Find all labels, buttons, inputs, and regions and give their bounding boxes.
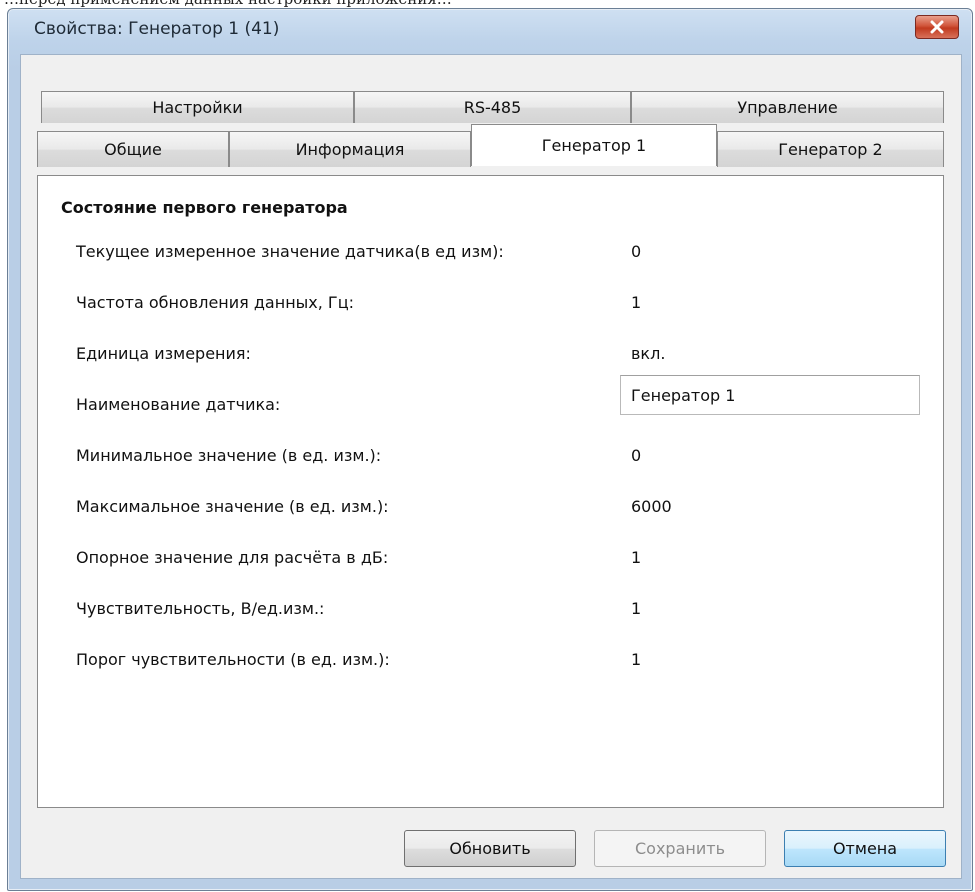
save-button[interactable]: Сохранить (594, 830, 766, 867)
tab-label: Общие (104, 140, 162, 159)
row-label-threshold: Порог чувствительности (в ед. изм.): (76, 650, 390, 669)
tab-rs485[interactable]: RS-485 (354, 91, 631, 123)
refresh-button[interactable]: Обновить (404, 830, 576, 867)
window-title: Свойства: Генератор 1 (41) (34, 19, 280, 39)
tab-generator-1[interactable]: Генератор 1 (471, 124, 717, 166)
close-button[interactable] (915, 15, 959, 39)
section-title: Состояние первого генератора (61, 198, 348, 217)
row-value-min-value: 0 (631, 446, 642, 465)
generator-1-panel: Состояние первого генератора Текущее изм… (37, 175, 944, 808)
properties-dialog: Свойства: Генератор 1 (41) Настройки RS-… (7, 8, 973, 891)
row-value-reference-db: 1 (631, 548, 642, 567)
tab-label: Настройки (152, 98, 243, 117)
row-label-reference-db: Опорное значение для расчёта в дБ: (76, 548, 389, 567)
close-icon (930, 20, 944, 34)
row-value-max-value: 6000 (631, 497, 672, 516)
row-label-unit: Единица измерения: (76, 344, 251, 363)
sensor-name-field[interactable] (620, 375, 920, 415)
tab-label: Управление (737, 98, 838, 117)
tab-settings[interactable]: Настройки (41, 91, 354, 123)
row-label-current-value: Текущее измеренное значение датчика(в ед… (76, 242, 504, 261)
cancel-button[interactable]: Отмена (784, 830, 946, 867)
row-value-current-value: 0 (631, 242, 642, 261)
row-label-sensitivity: Чувствительность, В/ед.изм.: (76, 599, 325, 618)
tab-information[interactable]: Информация (229, 131, 471, 167)
row-value-unit: вкл. (631, 344, 666, 363)
tab-generator-2[interactable]: Генератор 2 (717, 131, 944, 167)
row-label-min-value: Минимальное значение (в ед. изм.): (76, 446, 382, 465)
row-value-sensitivity: 1 (631, 599, 642, 618)
tab-label: Генератор 2 (778, 140, 883, 159)
row-label-update-rate: Частота обновления данных, Гц: (76, 293, 354, 312)
tab-control[interactable]: Управление (631, 91, 944, 123)
row-label-max-value: Максимальное значение (в ед. изм.): (76, 497, 389, 516)
row-value-threshold: 1 (631, 650, 642, 669)
tab-label: RS-485 (463, 98, 522, 117)
tab-general[interactable]: Общие (37, 131, 229, 167)
tab-label: Генератор 1 (541, 136, 647, 155)
row-label-sensor-name: Наименование датчика: (76, 395, 281, 414)
tab-label: Информация (295, 140, 405, 159)
row-value-update-rate: 1 (631, 293, 642, 312)
